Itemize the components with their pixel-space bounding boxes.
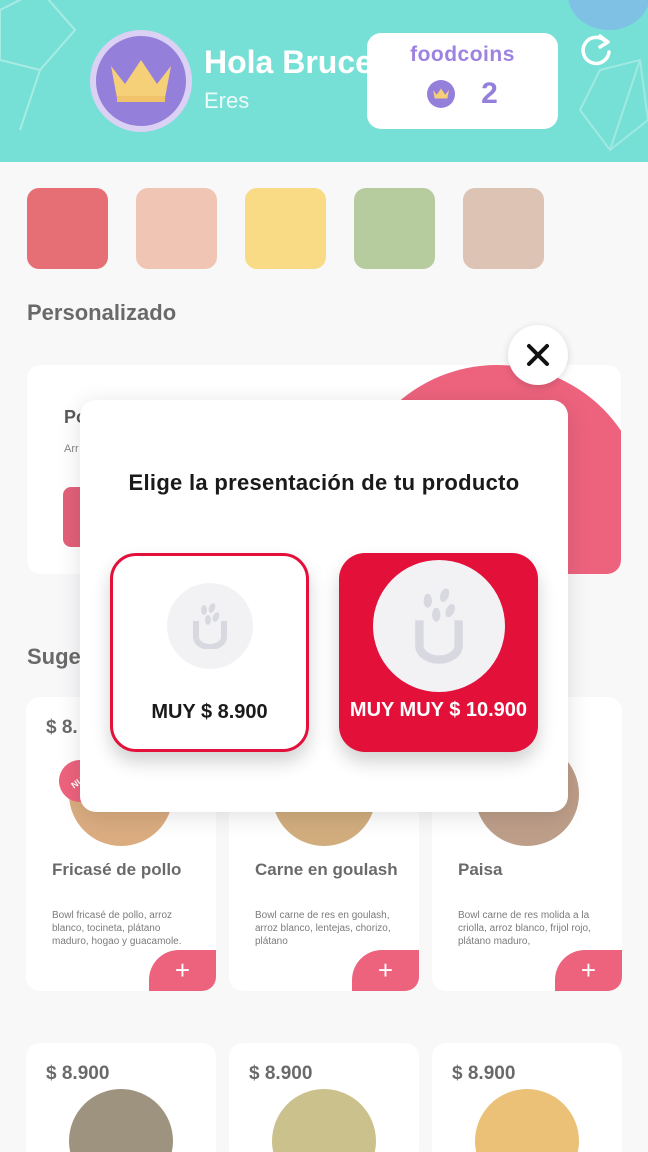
bowl-icon-circle xyxy=(373,560,505,692)
option-muy-muy[interactable]: MUY MUY $ 10.900 xyxy=(339,553,538,752)
option-muy[interactable]: MUY $ 8.900 xyxy=(110,553,309,752)
modal-title: Elige la presentación de tu producto xyxy=(128,470,520,495)
bowl-icon-circle xyxy=(167,583,253,669)
presentation-modal: Elige la presentación de tu producto MUY… xyxy=(80,400,568,812)
option-label: MUY $ 8.900 xyxy=(151,701,268,723)
close-button[interactable] xyxy=(508,325,568,385)
close-icon xyxy=(527,344,549,366)
option-label: MUY MUY $ 10.900 xyxy=(349,699,528,721)
rice-bowl-icon xyxy=(193,603,227,649)
rice-bowl-icon xyxy=(415,588,463,664)
